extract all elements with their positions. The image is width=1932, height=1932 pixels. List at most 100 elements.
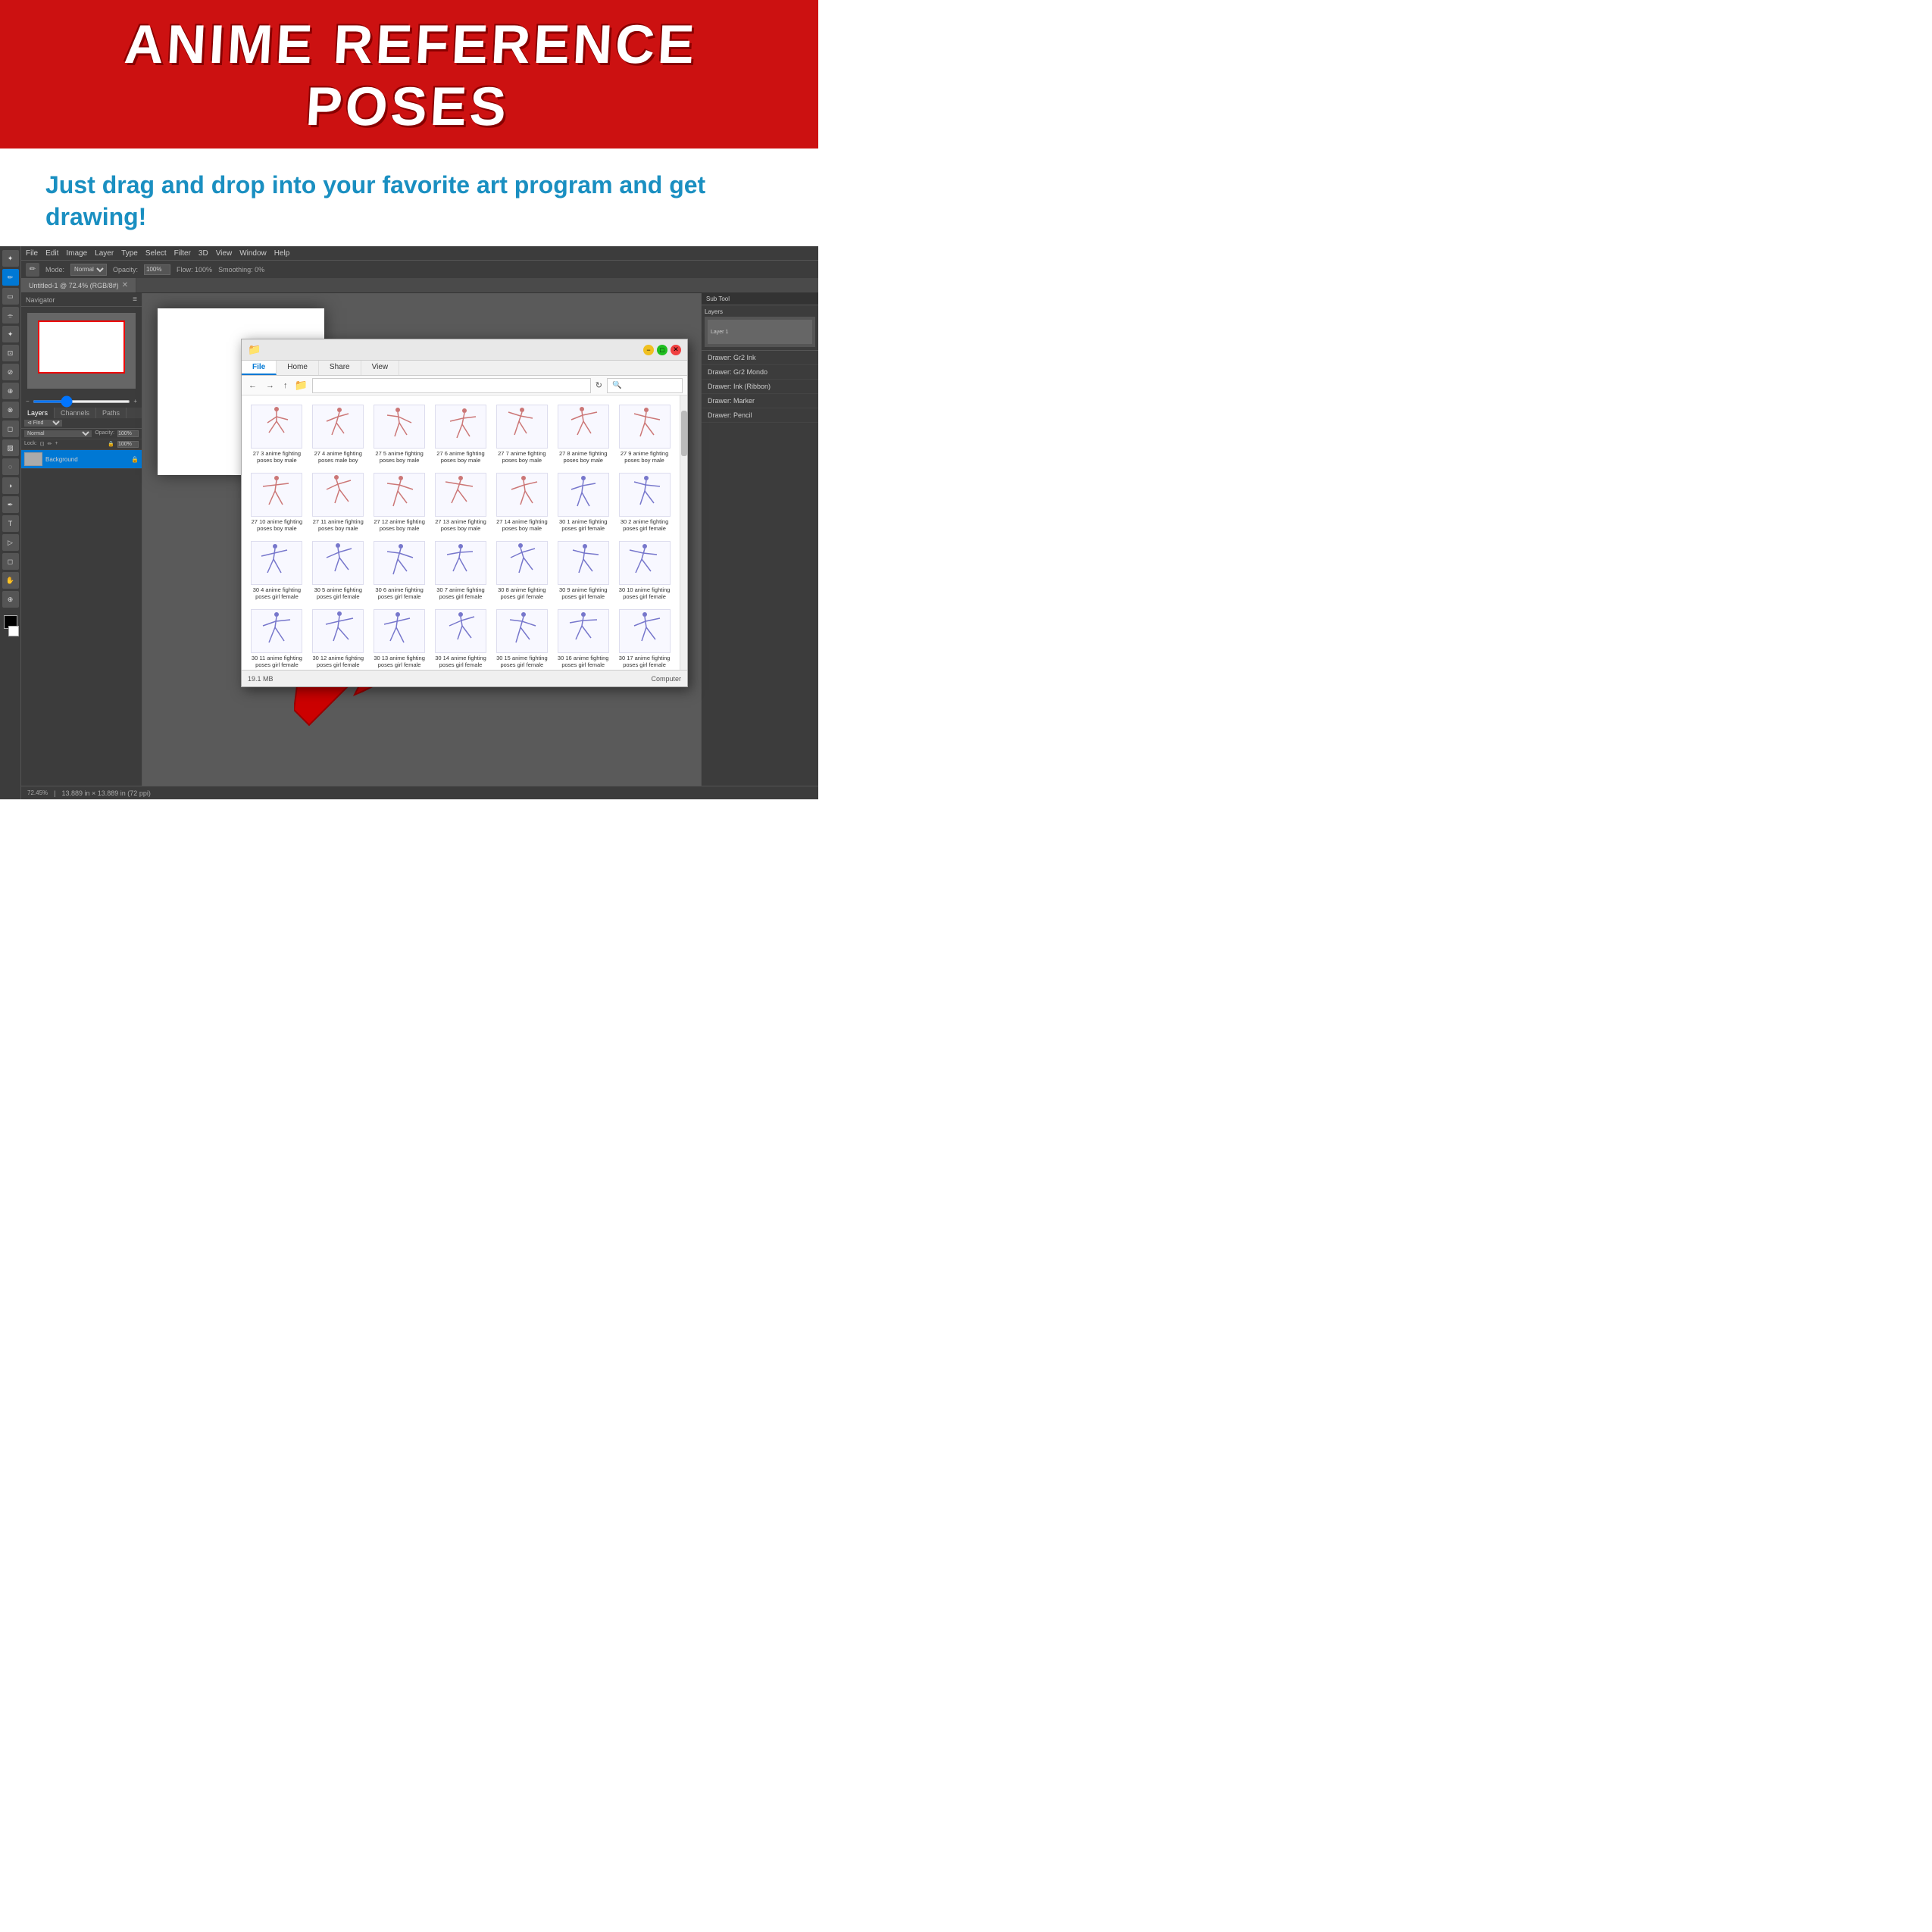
list-item[interactable]: 27 6 anime fighting poses boy male [432,402,490,467]
fe-close-button[interactable]: ✕ [671,345,681,355]
zoom-slider[interactable] [33,400,131,403]
type-tool[interactable]: T [2,515,19,532]
fe-address-input[interactable] [312,378,591,393]
layers-tab[interactable]: Layers [21,408,55,418]
ps-menu-type[interactable]: Type [121,249,138,258]
dodge-tool[interactable]: ◑ [2,477,19,494]
channels-tab[interactable]: Channels [55,408,96,418]
fe-refresh-button[interactable]: ↻ [596,380,602,390]
zoom-tool[interactable]: ⊕ [2,591,19,608]
list-item[interactable]: 27 10 anime fighting poses boy male [248,470,306,535]
magic-wand-tool[interactable]: ✦ [2,326,19,342]
eraser-tool[interactable]: ◻ [2,420,19,437]
ps-menu-layer[interactable]: Layer [95,249,114,258]
ps-menu-window[interactable]: Window [239,249,267,258]
list-item[interactable]: 30 15 anime fighting poses girl female [492,606,551,670]
ms-drawer-grz-mondo[interactable]: Drawer: Gr2 Mondo [702,365,818,380]
list-item[interactable]: 27 4 anime fighting poses male boy [309,402,367,467]
clone-tool[interactable]: ⊗ [2,402,19,418]
background-layer-item[interactable]: Background 🔒 [21,450,142,469]
pen-tool[interactable]: ✒ [2,496,19,513]
list-item[interactable]: 30 2 anime fighting poses girl female [615,470,674,535]
ps-menu-filter[interactable]: Filter [174,249,191,258]
list-item[interactable]: 30 6 anime fighting poses girl female [370,538,429,603]
select-tool[interactable]: ▭ [2,288,19,305]
shape-tool[interactable]: ◻ [2,553,19,570]
fe-up-button[interactable]: ↑ [281,380,290,391]
list-item[interactable]: 27 9 anime fighting poses boy male [615,402,674,467]
ms-drawer-ink-ribbon[interactable]: Drawer: Ink (Ribbon) [702,380,818,394]
list-item[interactable]: 30 9 anime fighting poses girl female [554,538,612,603]
mode-select[interactable]: Normal [70,264,107,276]
hand-tool[interactable]: ✋ [2,572,19,589]
fe-minimize-button[interactable]: − [643,345,654,355]
navigator-menu-icon[interactable]: ≡ [133,295,137,304]
list-item[interactable]: 27 12 anime fighting poses boy male [370,470,429,535]
list-item[interactable]: 30 4 anime fighting poses girl female [248,538,306,603]
tab-close-icon[interactable]: ✕ [122,281,128,289]
opacity-input[interactable] [144,264,170,275]
lasso-tool[interactable]: ⌯ [2,307,19,324]
ms-drawer-pencil[interactable]: Drawer: Pencil [702,408,818,423]
list-item[interactable]: 30 7 anime fighting poses girl female [432,538,490,603]
list-item[interactable]: 27 8 anime fighting poses boy male [554,402,612,467]
ps-menu-image[interactable]: Image [66,249,87,258]
gradient-tool[interactable]: ▨ [2,439,19,456]
layers-filter-select[interactable]: ⊲ Find [24,420,62,427]
crop-tool[interactable]: ⊡ [2,345,19,361]
ps-menu-help[interactable]: Help [274,249,290,258]
healing-tool[interactable]: ⊕ [2,383,19,399]
layer-opacity-input[interactable] [117,430,139,437]
ms-drawer-marker[interactable]: Drawer: Marker [702,394,818,408]
list-item[interactable]: 27 5 anime fighting poses boy male [370,402,429,467]
list-item[interactable]: 27 7 anime fighting poses boy male [492,402,551,467]
lock-all-icon[interactable]: 🔒 [108,441,114,448]
lock-position-icon[interactable]: + [55,441,58,448]
list-item[interactable]: 30 14 anime fighting poses girl female [432,606,490,670]
fe-tab-home[interactable]: Home [277,361,319,375]
ps-menu-3d[interactable]: 3D [199,249,208,258]
fe-scrollbar[interactable] [680,395,687,670]
paths-tab[interactable]: Paths [96,408,127,418]
list-item[interactable]: 30 12 anime fighting poses girl female [309,606,367,670]
fe-tab-share[interactable]: Share [319,361,361,375]
eyedropper-tool[interactable]: ⊘ [2,364,19,380]
fill-input[interactable] [117,441,139,448]
lock-transparent-icon[interactable]: ⊡ [40,441,45,448]
ms-layer-item[interactable]: Layer 1 [708,320,812,344]
path-select-tool[interactable]: ▷ [2,534,19,551]
list-item[interactable]: 30 8 anime fighting poses girl female [492,538,551,603]
brush-tool[interactable]: ✏ [2,269,19,286]
list-item[interactable]: 27 13 anime fighting poses boy male [432,470,490,535]
lock-image-icon[interactable]: ✏ [48,441,52,448]
ps-menu-edit[interactable]: Edit [45,249,58,258]
list-item[interactable]: 27 11 anime fighting poses boy male [309,470,367,535]
fe-back-button[interactable]: ← [246,380,259,391]
list-item[interactable]: 27 3 anime fighting poses boy male [248,402,306,467]
fe-tab-file[interactable]: File [242,361,277,375]
blur-tool[interactable]: ◌ [2,458,19,475]
ms-panel-title: Sub Tool [706,295,730,302]
list-item[interactable]: 27 14 anime fighting poses boy male [492,470,551,535]
brush-options-icon[interactable]: ✏ [26,263,39,277]
fe-maximize-button[interactable]: □ [657,345,667,355]
list-item[interactable]: 30 17 anime fighting poses girl female [615,606,674,670]
ps-menu-view[interactable]: View [216,249,233,258]
fe-scrollbar-thumb[interactable] [681,411,687,456]
list-item[interactable]: 30 16 anime fighting poses girl female [554,606,612,670]
list-item[interactable]: 30 5 anime fighting poses girl female [309,538,367,603]
background-color[interactable] [8,626,19,636]
list-item[interactable]: 30 10 anime fighting poses girl female [615,538,674,603]
list-item[interactable]: 30 1 anime fighting poses girl female [554,470,612,535]
list-item[interactable]: 30 13 anime fighting poses girl female [370,606,429,670]
list-item[interactable]: 30 11 anime fighting poses girl female [248,606,306,670]
fe-forward-button[interactable]: → [264,380,277,391]
ps-menu-file[interactable]: File [26,249,38,258]
ps-document-tab[interactable]: Untitled-1 @ 72.4% (RGB/8#) ✕ [21,278,136,292]
fe-tab-view[interactable]: View [361,361,400,375]
fe-search-input[interactable] [607,378,683,393]
move-tool[interactable]: ✦ [2,250,19,267]
ps-menu-select[interactable]: Select [145,249,167,258]
ms-drawer-grz-ink[interactable]: Drawer: Gr2 Ink [702,351,818,365]
blend-mode-select[interactable]: Normal [24,430,92,437]
